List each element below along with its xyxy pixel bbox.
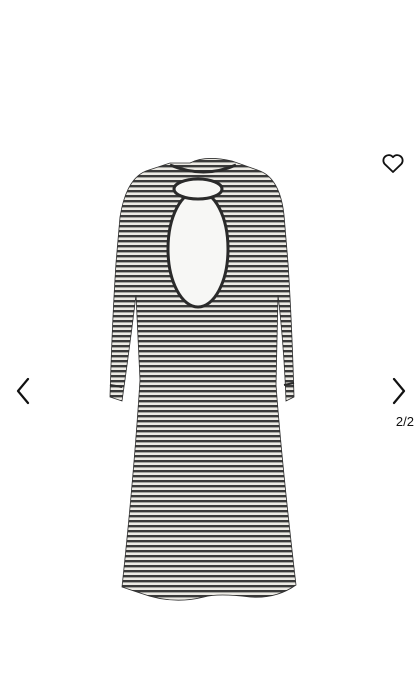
chevron-right-icon[interactable] [386,374,412,408]
image-counter: 2/2 [395,414,414,429]
chevron-left-icon[interactable] [10,374,36,408]
product-image-gallery[interactable]: 2/2 [0,0,418,699]
product-page: 2/2 [0,0,418,699]
heart-icon[interactable] [380,150,406,176]
product-image [109,158,297,601]
back-cutout [166,189,230,309]
neck-opening [172,177,224,201]
